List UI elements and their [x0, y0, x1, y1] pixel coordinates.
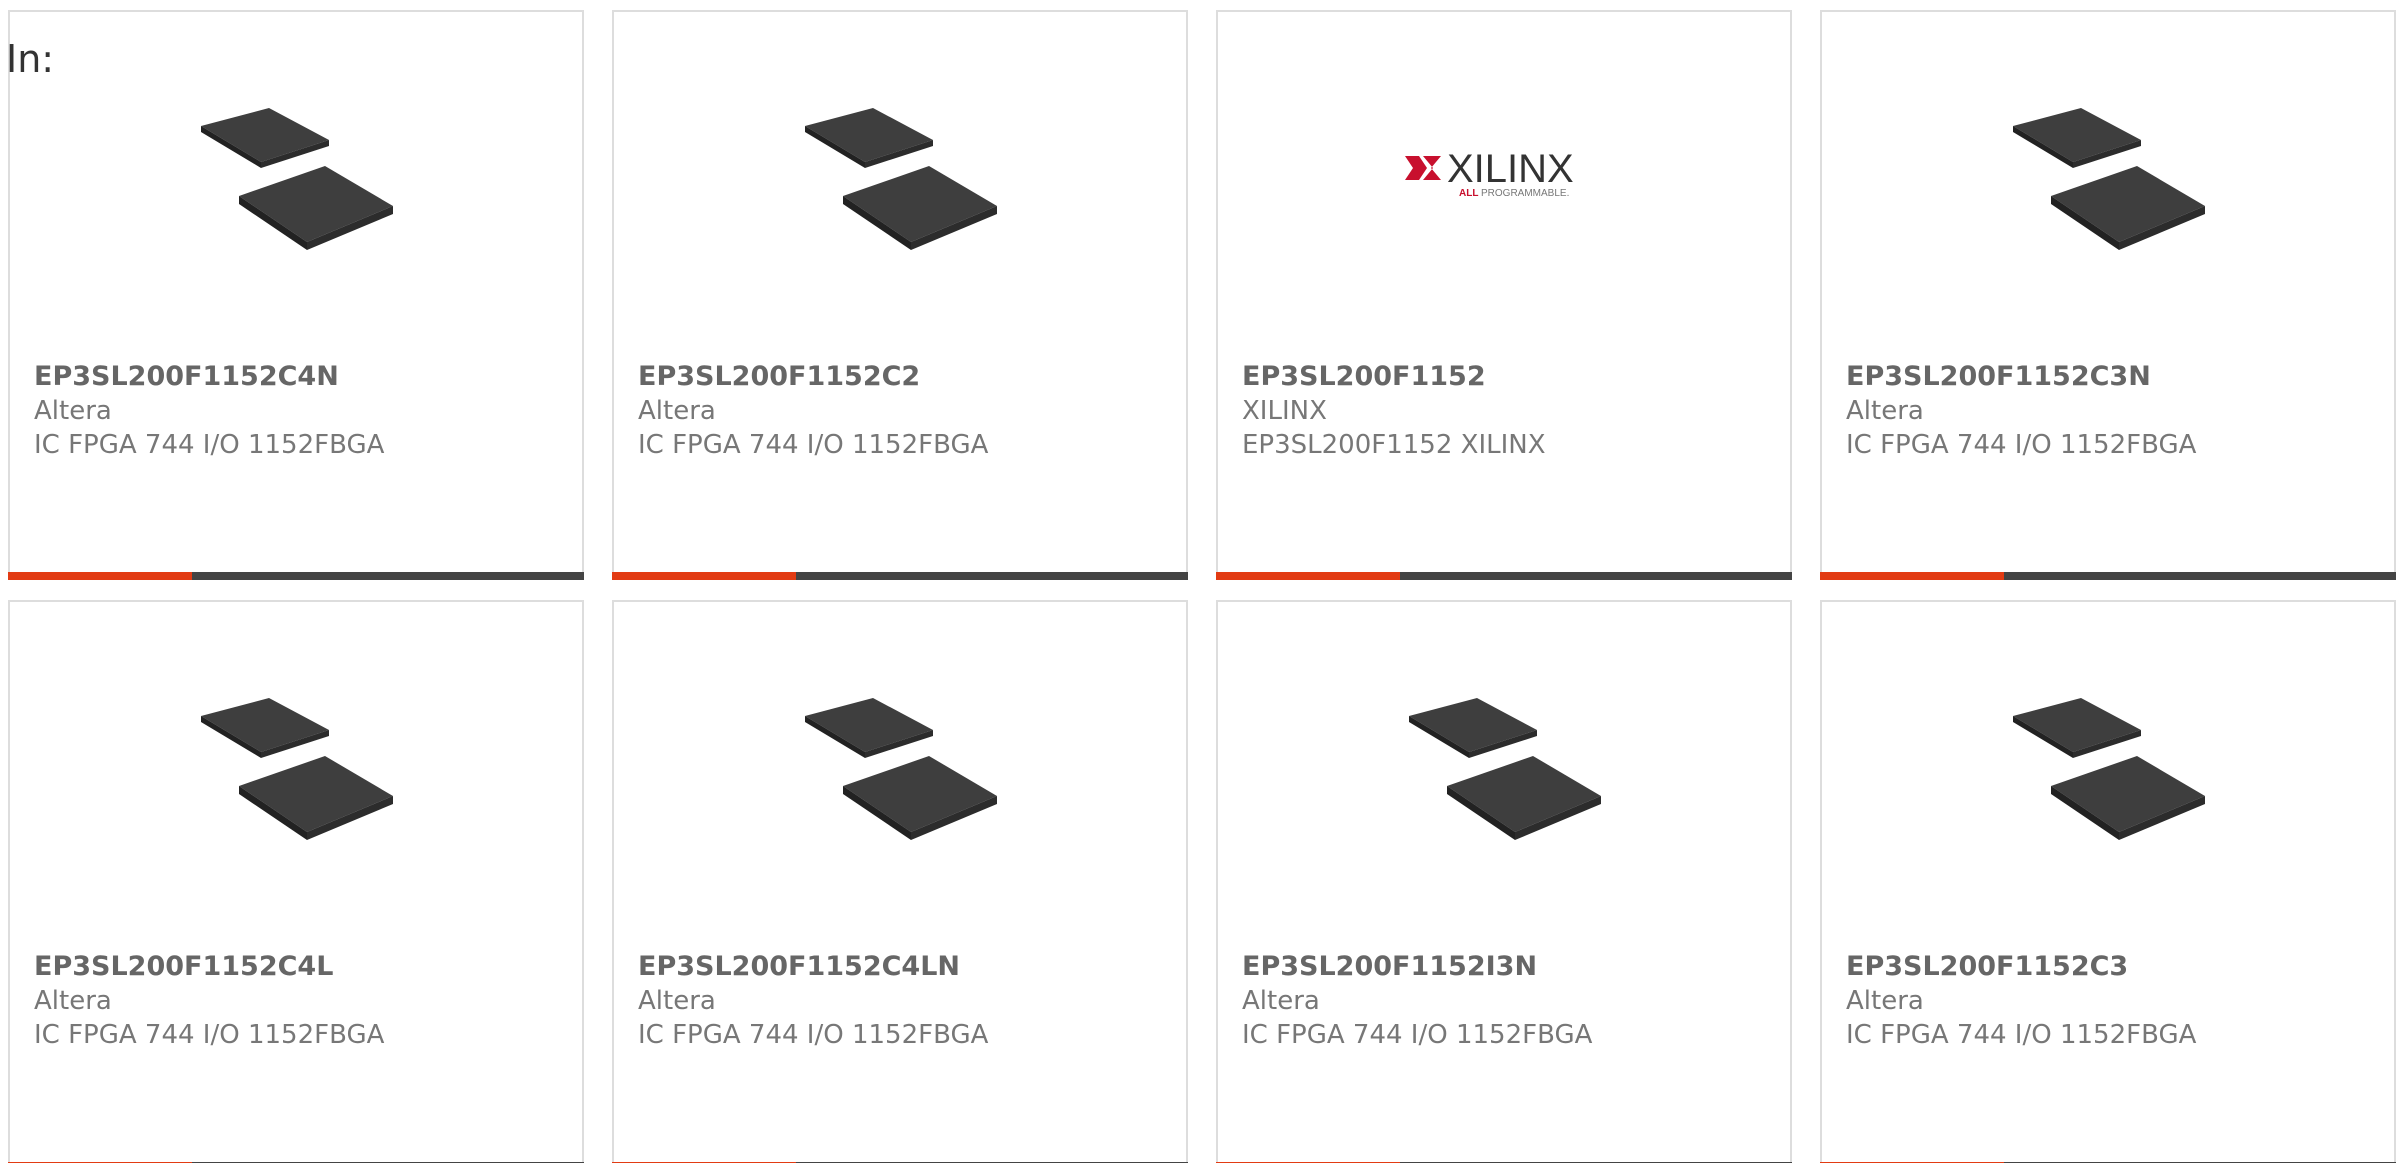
product-card[interactable]: EP3SL200F1152I3N Altera IC FPGA 744 I/O …	[1216, 600, 1792, 1163]
product-grid-page: In: EP3SL200F1152C4N Altera IC FPGA 744 …	[0, 0, 2400, 1163]
manufacturer: Altera	[34, 396, 112, 426]
product-description: EP3SL200F1152 XILINX	[1242, 430, 1546, 460]
bga-chip-icon[interactable]	[2009, 84, 2211, 286]
manufacturer: Altera	[638, 986, 716, 1016]
product-info: EP3SL200F1152 XILINX EP3SL200F1152 XILIN…	[1242, 360, 1780, 462]
manufacturer: Altera	[1846, 396, 1924, 426]
xilinx-tagline-red: ALL	[1459, 188, 1478, 199]
card-footer-accent	[612, 572, 796, 580]
product-card[interactable]: EP3SL200F1152C3 Altera IC FPGA 744 I/O 1…	[1820, 600, 2396, 1163]
card-footer-bar	[8, 572, 584, 580]
card-footer-bar	[1216, 572, 1792, 580]
manufacturer: Altera	[34, 986, 112, 1016]
part-number[interactable]: EP3SL200F1152C3	[1846, 950, 2384, 984]
part-number[interactable]: EP3SL200F1152C4LN	[638, 950, 1176, 984]
card-footer-accent	[1216, 572, 1400, 580]
manufacturer: Altera	[638, 396, 716, 426]
bga-chip-icon[interactable]	[2009, 674, 2211, 876]
product-info: EP3SL200F1152C4LN Altera IC FPGA 744 I/O…	[638, 950, 1176, 1052]
part-number[interactable]: EP3SL200F1152C3N	[1846, 360, 2384, 394]
product-description: IC FPGA 744 I/O 1152FBGA	[1846, 430, 2197, 460]
xilinx-logo[interactable]: XILINX ALL PROGRAMMABLE.	[1405, 84, 1607, 286]
part-number[interactable]: EP3SL200F1152I3N	[1242, 950, 1780, 984]
part-number[interactable]: EP3SL200F1152C4L	[34, 950, 572, 984]
product-info: EP3SL200F1152C4N Altera IC FPGA 744 I/O …	[34, 360, 572, 462]
product-description: IC FPGA 744 I/O 1152FBGA	[34, 1020, 385, 1050]
product-description: IC FPGA 744 I/O 1152FBGA	[1242, 1020, 1593, 1050]
product-card[interactable]: XILINX ALL PROGRAMMABLE. EP3SL200F1152 X…	[1216, 10, 1792, 580]
xilinx-tagline: PROGRAMMABLE.	[1481, 188, 1569, 199]
product-info: EP3SL200F1152C4L Altera IC FPGA 744 I/O …	[34, 950, 572, 1052]
product-card[interactable]: EP3SL200F1152C4LN Altera IC FPGA 744 I/O…	[612, 600, 1188, 1163]
product-info: EP3SL200F1152C3 Altera IC FPGA 744 I/O 1…	[1846, 950, 2384, 1052]
bga-chip-icon[interactable]	[197, 84, 399, 286]
product-info: EP3SL200F1152I3N Altera IC FPGA 744 I/O …	[1242, 950, 1780, 1052]
product-info: EP3SL200F1152C3N Altera IC FPGA 744 I/O …	[1846, 360, 2384, 462]
product-card[interactable]: EP3SL200F1152C4N Altera IC FPGA 744 I/O …	[8, 10, 584, 580]
manufacturer: XILINX	[1242, 396, 1327, 426]
part-number[interactable]: EP3SL200F1152C2	[638, 360, 1176, 394]
product-card[interactable]: EP3SL200F1152C4L Altera IC FPGA 744 I/O …	[8, 600, 584, 1163]
card-footer-accent	[8, 572, 192, 580]
bga-chip-icon[interactable]	[197, 674, 399, 876]
manufacturer: Altera	[1242, 986, 1320, 1016]
card-footer-accent	[1820, 572, 2004, 580]
manufacturer: Altera	[1846, 986, 1924, 1016]
card-footer-bar	[1820, 572, 2396, 580]
product-card[interactable]: EP3SL200F1152C3N Altera IC FPGA 744 I/O …	[1820, 10, 2396, 580]
product-description: IC FPGA 744 I/O 1152FBGA	[1846, 1020, 2197, 1050]
product-description: IC FPGA 744 I/O 1152FBGA	[638, 1020, 989, 1050]
product-description: IC FPGA 744 I/O 1152FBGA	[638, 430, 989, 460]
bga-chip-icon[interactable]	[801, 84, 1003, 286]
prefix-label: In:	[6, 37, 55, 81]
bga-chip-icon[interactable]	[801, 674, 1003, 876]
product-description: IC FPGA 744 I/O 1152FBGA	[34, 430, 385, 460]
xilinx-logo-text: XILINX	[1447, 147, 1574, 191]
part-number[interactable]: EP3SL200F1152C4N	[34, 360, 572, 394]
part-number[interactable]: EP3SL200F1152	[1242, 360, 1780, 394]
product-card[interactable]: EP3SL200F1152C2 Altera IC FPGA 744 I/O 1…	[612, 10, 1188, 580]
card-footer-bar	[612, 572, 1188, 580]
bga-chip-icon[interactable]	[1405, 674, 1607, 876]
product-info: EP3SL200F1152C2 Altera IC FPGA 744 I/O 1…	[638, 360, 1176, 462]
